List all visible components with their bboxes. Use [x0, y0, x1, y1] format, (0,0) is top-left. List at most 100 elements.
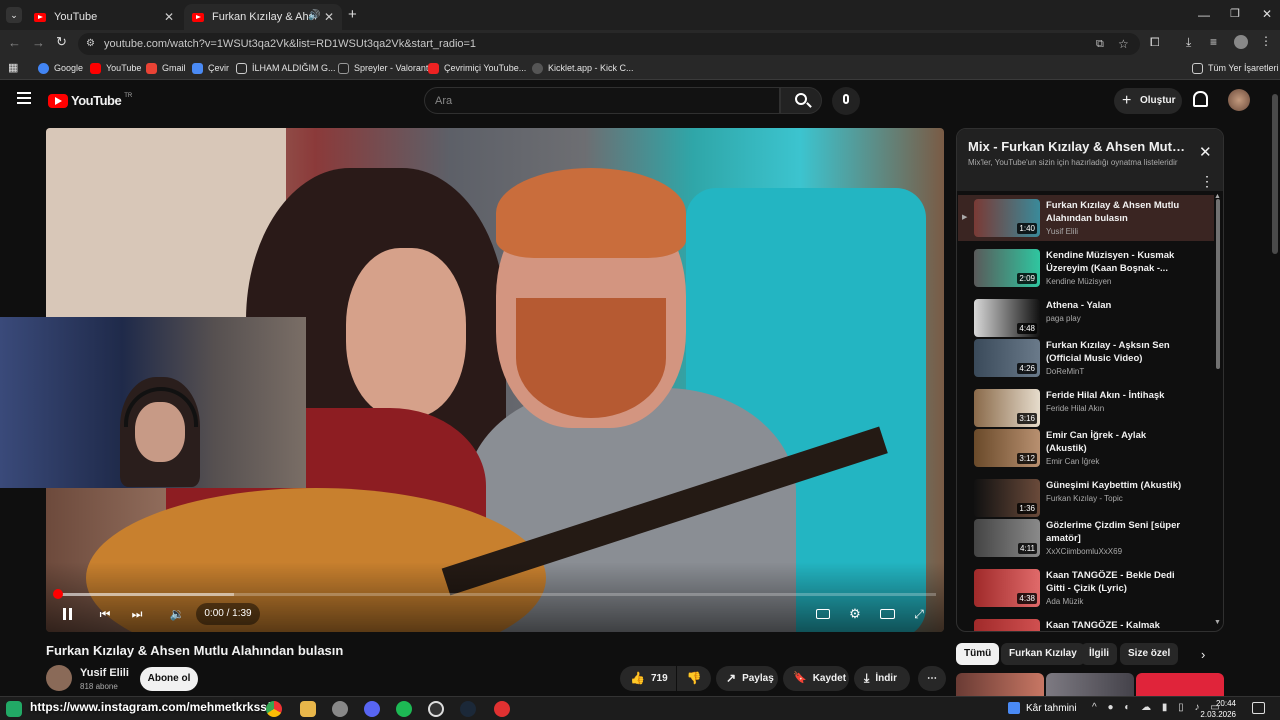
- theater-mode-button[interactable]: [876, 603, 898, 625]
- dislike-button[interactable]: 👎: [677, 666, 711, 691]
- bookmark-kicklet[interactable]: Kicklet.app - Kick C...: [532, 57, 634, 79]
- media-control-icon[interactable]: ≡: [1210, 35, 1217, 49]
- playlist-item-title: Feride Hilal Akın - İntihaşk: [1046, 390, 1165, 401]
- extensions-icon[interactable]: ⧠: [1150, 35, 1160, 50]
- app-red-icon[interactable]: [494, 701, 510, 717]
- speaker-icon[interactable]: 🔊: [308, 10, 320, 21]
- close-tab-icon[interactable]: ✕: [164, 10, 174, 24]
- bookmark-google[interactable]: Google: [38, 57, 83, 79]
- progress-bar[interactable]: [53, 589, 936, 599]
- bookmark-valorant[interactable]: Spreyler - Valorant: [338, 57, 428, 79]
- steam-icon[interactable]: [460, 701, 476, 717]
- discord-icon[interactable]: [364, 701, 380, 717]
- obs-icon[interactable]: [428, 701, 444, 717]
- all-bookmarks[interactable]: Tüm Yer İşaretleri: [1192, 57, 1279, 79]
- playlist-item-channel: Furkan Kızılay - Topic: [1046, 494, 1123, 503]
- settings-button[interactable]: ⚙: [844, 603, 866, 625]
- subscribe-button[interactable]: Abone ol: [140, 667, 198, 691]
- playlist-menu-icon[interactable]: ⋮: [1200, 173, 1214, 190]
- progress-scrubber[interactable]: [53, 589, 63, 599]
- search-button[interactable]: [780, 87, 822, 114]
- apps-icon[interactable]: ▦: [8, 57, 18, 79]
- more-actions-button[interactable]: ⋯: [918, 666, 946, 691]
- save-button[interactable]: 🔖 Kaydet: [783, 666, 849, 691]
- chip-related[interactable]: İlgili: [1081, 643, 1117, 665]
- channel-avatar[interactable]: [46, 665, 72, 691]
- reload-icon[interactable]: ↻: [56, 34, 67, 50]
- subtitles-button[interactable]: [812, 603, 834, 625]
- search-input[interactable]: Ara: [424, 87, 780, 114]
- playlist-item[interactable]: 1:36 Güneşimi Kaybettim (Akustik) Furkan K…: [958, 475, 1214, 517]
- playlist-thumbnail: 3:12: [974, 429, 1040, 467]
- streamer-app-icon[interactable]: [6, 701, 22, 717]
- taskbar-clock[interactable]: 20:44 2.03.2026: [1200, 698, 1236, 720]
- notifications-bell-icon[interactable]: [1193, 91, 1208, 107]
- volume-button[interactable]: 🔉: [166, 603, 188, 625]
- bookmark-youtube[interactable]: YouTube: [90, 57, 141, 79]
- notification-center-icon[interactable]: [1252, 702, 1265, 714]
- forward-icon[interactable]: →: [32, 35, 45, 50]
- profile-icon[interactable]: [1234, 35, 1248, 49]
- playlist-item[interactable]: 3:12 Emir Can İğrek - Aylak (Akustik) Emir…: [958, 425, 1214, 471]
- tab-current-video[interactable]: Furkan Kızılay & Ahsen Mutlu 🔊 ✕: [184, 4, 342, 30]
- bookmark-gmail[interactable]: Gmail: [146, 57, 186, 79]
- bookmark-translate[interactable]: Çevir: [192, 57, 229, 79]
- playlist-item[interactable]: 2:09 Kendine Müzisyen - Kusmak Üzereyim (…: [958, 245, 1214, 291]
- chip-all[interactable]: Tümü: [956, 643, 1000, 665]
- playlist-item[interactable]: 4:48 Athena - Yalan paga play: [958, 295, 1214, 337]
- bookmark-star-icon[interactable]: ☆: [1118, 33, 1129, 55]
- channel-name[interactable]: Yusif Elili: [80, 667, 129, 679]
- address-bar[interactable]: ⚙ youtube.com/watch?v=1WSUt3qa2Vk&list=R…: [78, 33, 1140, 55]
- playlist-scrollbar[interactable]: [1216, 199, 1220, 369]
- bookmark-youtube-online[interactable]: Çevrimiçi YouTube...: [428, 57, 526, 79]
- install-app-icon[interactable]: ⧉: [1096, 33, 1104, 55]
- window-close-icon[interactable]: ✕: [1262, 7, 1272, 21]
- next-button[interactable]: ⏭: [126, 603, 148, 625]
- browser-menu-icon[interactable]: ⋮: [1260, 34, 1272, 48]
- chip-for-you[interactable]: Size özel: [1120, 643, 1179, 665]
- close-tab-icon[interactable]: ✕: [324, 10, 334, 24]
- chips-next-icon[interactable]: ›: [1201, 647, 1205, 662]
- restore-icon[interactable]: ❐: [1230, 7, 1240, 20]
- share-button[interactable]: ↗ Paylaş: [716, 666, 778, 691]
- playlist-item[interactable]: ▶ 1:40 Furkan Kızılay & Ahsen Mutlu Alahın…: [958, 195, 1214, 241]
- app-icon[interactable]: [332, 701, 348, 717]
- account-avatar[interactable]: [1228, 89, 1250, 111]
- playlist-item[interactable]: 4:38 Kaan TANGÖZE - Bekle Dedi Gitti - Çi…: [958, 565, 1214, 611]
- create-button[interactable]: + Oluştur: [1114, 88, 1182, 114]
- spotify-icon[interactable]: [396, 701, 412, 717]
- playlist-item[interactable]: 3:16 Feride Hilal Akın - İntihaşk Feride H…: [958, 385, 1214, 427]
- like-button[interactable]: 👍 719: [620, 666, 676, 691]
- voice-search-button[interactable]: [832, 87, 860, 115]
- site-info-icon[interactable]: ⚙: [86, 33, 95, 55]
- new-tab-icon[interactable]: +: [348, 6, 357, 23]
- recommendation-thumbnail[interactable]: [956, 673, 1044, 696]
- scroll-up-icon[interactable]: ▲: [1214, 193, 1221, 200]
- previous-button[interactable]: ⏮: [94, 603, 116, 625]
- youtube-logo[interactable]: YouTube TR: [48, 93, 132, 108]
- close-playlist-icon[interactable]: ✕: [1199, 143, 1212, 161]
- fullscreen-button[interactable]: ⤢: [908, 603, 930, 625]
- browser-toolbar: ← → ↻ ⚙ youtube.com/watch?v=1WSUt3qa2Vk&…: [0, 30, 1280, 57]
- page-scrollbar[interactable]: [1272, 94, 1278, 254]
- pause-button[interactable]: [56, 603, 78, 625]
- download-icon[interactable]: ⤓: [1186, 35, 1191, 50]
- weather-widget[interactable]: Kâr tahmini: [1008, 702, 1077, 714]
- chip-furkan-kizilay[interactable]: Furkan Kızılay: [1001, 643, 1085, 665]
- bookmark-folder[interactable]: İLHAM ALDIĞIM G...: [236, 57, 336, 79]
- tab-search-icon[interactable]: ⌄: [6, 7, 22, 23]
- back-icon[interactable]: ←: [8, 35, 21, 50]
- playlist-item[interactable]: Kaan TANGÖZE - Kalmak Türküsü (Lyric): [958, 615, 1214, 631]
- recommendation-thumbnail[interactable]: [1136, 673, 1224, 696]
- download-button[interactable]: ⤓ İndir: [854, 666, 910, 691]
- chrome-icon[interactable]: [266, 701, 282, 717]
- playlist-item[interactable]: 4:26 Furkan Kızılay - Aşksın Sen (Officia…: [958, 335, 1214, 381]
- hamburger-menu-icon[interactable]: [17, 92, 31, 104]
- video-duration: 4:26: [1017, 363, 1037, 374]
- folder-icon[interactable]: [300, 701, 316, 717]
- minimize-icon[interactable]: —: [1198, 8, 1210, 22]
- recommendation-thumbnail[interactable]: [1046, 673, 1134, 696]
- tab-youtube[interactable]: YouTube ✕: [26, 4, 182, 30]
- scroll-down-icon[interactable]: ▼: [1214, 619, 1221, 626]
- playlist-item[interactable]: 4:11 Gözlerime Çizdim Seni [süper amatör]…: [958, 515, 1214, 561]
